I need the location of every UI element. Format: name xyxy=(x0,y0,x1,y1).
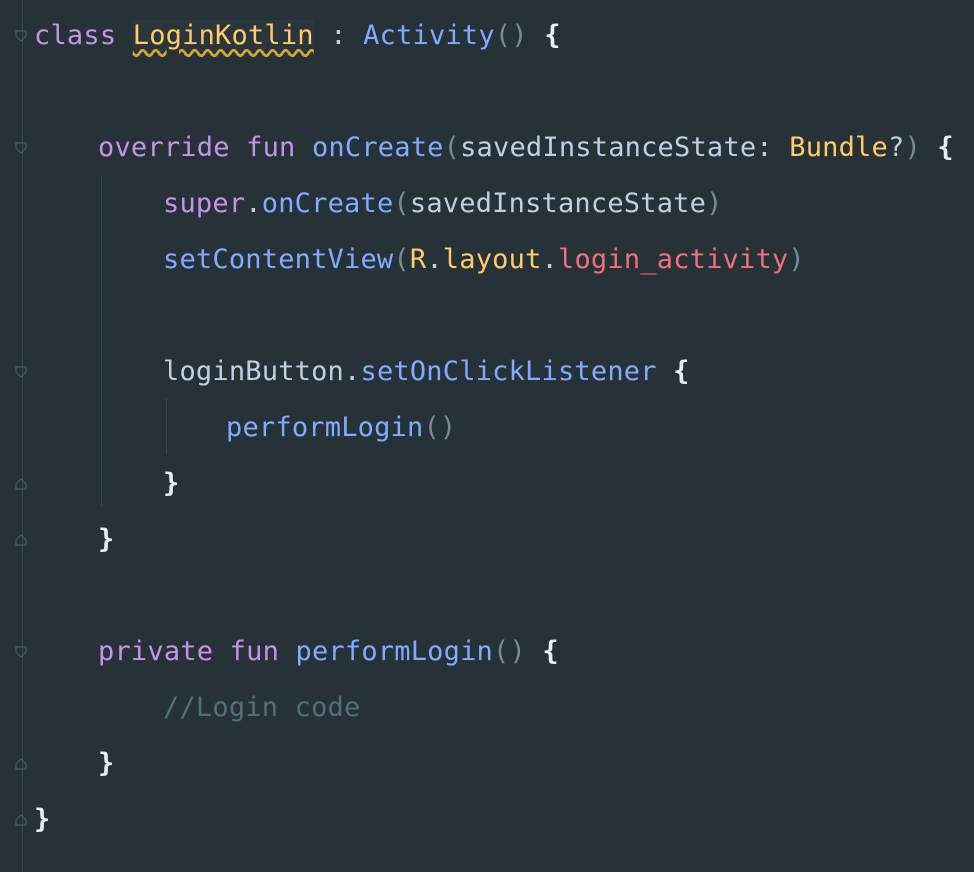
open-brace: { xyxy=(544,20,561,51)
comment: //Login code xyxy=(163,692,361,723)
dot: . xyxy=(426,244,443,275)
function-call: performLogin xyxy=(226,412,424,443)
function-name: onCreate xyxy=(311,132,444,163)
function-call: setOnClickListener xyxy=(360,356,657,387)
fold-close-icon[interactable] xyxy=(15,478,27,490)
colon: : xyxy=(330,20,347,51)
open-brace: { xyxy=(937,132,954,163)
layout-class: layout xyxy=(442,244,542,275)
receiver: loginButton xyxy=(163,356,345,387)
fold-close-icon[interactable] xyxy=(15,814,27,826)
fold-open-icon[interactable] xyxy=(15,30,27,42)
fold-close-icon[interactable] xyxy=(15,758,27,770)
parameter-type: Bundle xyxy=(789,132,888,163)
close-brace: } xyxy=(34,804,51,835)
code-line[interactable]: loginButton.setOnClickListener { xyxy=(163,344,690,400)
parens: () xyxy=(423,412,457,443)
keyword-super: super xyxy=(163,188,246,219)
close-brace: } xyxy=(98,748,115,779)
fold-open-icon[interactable] xyxy=(15,142,27,154)
parens: () xyxy=(494,20,528,51)
close-paren: ) xyxy=(706,188,723,219)
code-line[interactable]: override fun onCreate(savedInstanceState… xyxy=(98,120,954,176)
r-class: R xyxy=(409,244,427,275)
code-line[interactable]: //Login code xyxy=(163,680,360,736)
keyword-fun: fun xyxy=(246,132,296,163)
code-line[interactable]: } xyxy=(163,456,179,512)
dot: . xyxy=(245,188,262,219)
fold-close-icon[interactable] xyxy=(15,534,27,546)
open-brace: { xyxy=(673,356,690,387)
function-call: setContentView xyxy=(163,244,394,275)
dot: . xyxy=(344,356,361,387)
code-line[interactable]: class LoginKotlin : Activity() { xyxy=(34,8,561,64)
keyword-class: class xyxy=(34,20,117,51)
fold-open-icon[interactable] xyxy=(15,366,27,378)
code-line[interactable]: super.onCreate(savedInstanceState) xyxy=(163,176,723,232)
gutter-guide-line xyxy=(22,0,23,872)
keyword-fun: fun xyxy=(229,636,280,667)
open-brace: { xyxy=(542,636,559,667)
function-name: performLogin xyxy=(295,636,493,667)
nullable-marker: ? xyxy=(887,132,905,163)
code-line[interactable]: } xyxy=(98,736,114,792)
parens: () xyxy=(492,636,526,667)
code-line[interactable]: } xyxy=(34,792,50,848)
indent-guide xyxy=(166,398,167,454)
layout-resource: login_activity xyxy=(558,244,789,275)
open-paren: ( xyxy=(443,132,461,163)
dot: . xyxy=(541,244,558,275)
colon: : xyxy=(756,132,773,163)
open-paren: ( xyxy=(393,244,410,275)
function-call: onCreate xyxy=(261,188,394,219)
keyword-override: override xyxy=(98,132,230,163)
close-brace: } xyxy=(98,524,115,555)
close-brace: } xyxy=(163,468,180,499)
code-line[interactable]: setContentView(R.layout.login_activity) xyxy=(163,232,805,288)
code-editor[interactable]: class LoginKotlin : Activity() { overrid… xyxy=(0,0,974,872)
indent-guide xyxy=(101,176,102,506)
code-line[interactable]: } xyxy=(98,512,114,568)
argument: savedInstanceState xyxy=(409,188,707,219)
code-line[interactable]: private fun performLogin() { xyxy=(98,624,559,680)
keyword-private: private xyxy=(98,636,214,667)
close-paren: ) xyxy=(904,132,921,163)
close-paren: ) xyxy=(788,244,805,275)
parameter-name: savedInstanceState xyxy=(460,132,757,163)
open-paren: ( xyxy=(393,188,410,219)
super-type: Activity xyxy=(363,20,495,51)
code-line[interactable]: performLogin() xyxy=(226,400,456,456)
class-name[interactable]: LoginKotlin xyxy=(132,20,314,51)
fold-open-icon[interactable] xyxy=(15,646,27,658)
